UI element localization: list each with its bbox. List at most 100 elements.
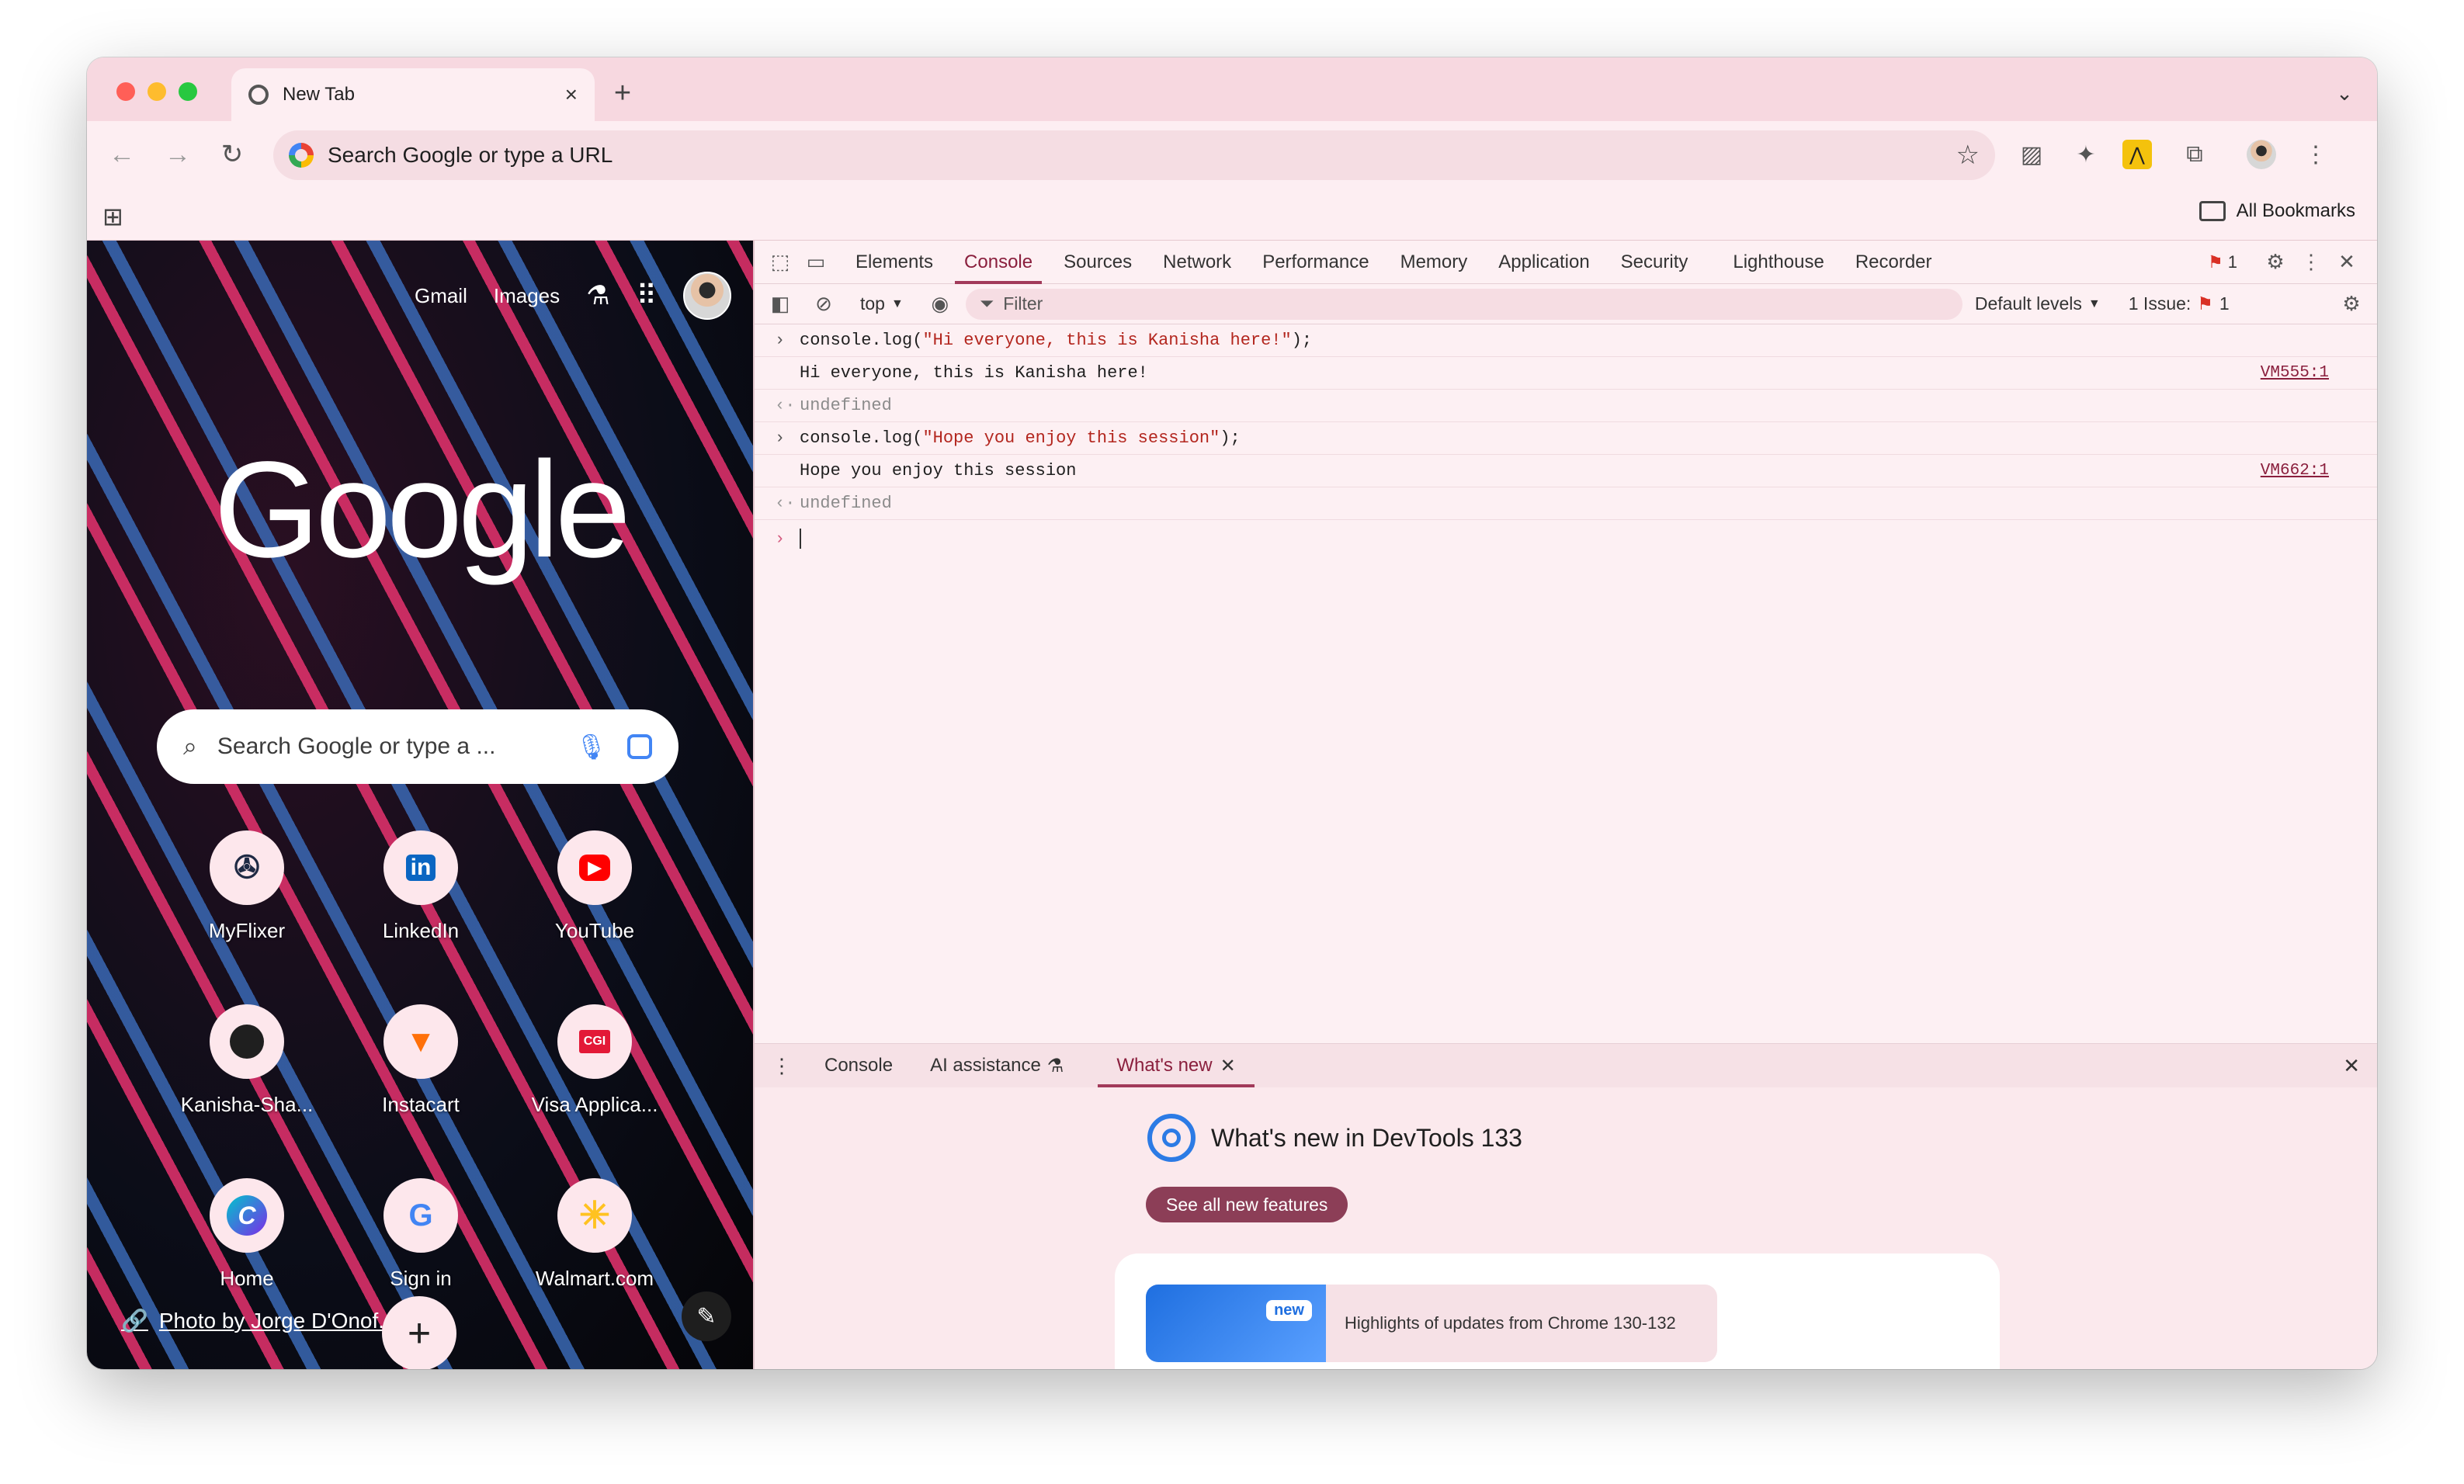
tab-lighthouse[interactable]: Lighthouse bbox=[1717, 241, 1839, 284]
issues-counter[interactable]: 1 Issue: ⚑ 1 bbox=[2129, 293, 2230, 314]
shortcut-label: MyFlixer bbox=[208, 919, 286, 942]
tab-security[interactable]: Security bbox=[1605, 241, 1704, 284]
close-drawer-icon[interactable]: ✕ bbox=[2343, 1054, 2360, 1078]
tab-application[interactable]: Application bbox=[1483, 241, 1605, 284]
extension-2-icon[interactable]: ✦ bbox=[2068, 137, 2104, 172]
close-window-button[interactable] bbox=[116, 82, 135, 101]
clear-console-icon[interactable]: ⊘ bbox=[806, 286, 842, 322]
ntp-avatar[interactable] bbox=[683, 272, 731, 320]
extension-1-icon[interactable]: ▨ bbox=[2014, 137, 2049, 172]
add-shortcut-button[interactable]: + bbox=[382, 1296, 456, 1369]
shortcut-walmart[interactable]: ✳ Walmart.com bbox=[508, 1178, 682, 1330]
browser-window: New Tab × + ⌄ ← → ↻ Search Google or typ… bbox=[87, 57, 2377, 1369]
drawer-tab-whats-new[interactable]: What's new ✕ bbox=[1098, 1044, 1255, 1087]
tab-network[interactable]: Network bbox=[1147, 241, 1247, 284]
apps-grid-icon[interactable]: ⊞ bbox=[102, 202, 123, 231]
close-devtools-icon[interactable]: ✕ bbox=[2329, 244, 2365, 280]
walmart-spark-icon: ✳ bbox=[557, 1178, 632, 1253]
google-lens-icon[interactable] bbox=[627, 734, 652, 759]
zoom-window-button[interactable] bbox=[179, 82, 197, 101]
voice-search-mic-icon[interactable]: 🎙 bbox=[575, 732, 607, 761]
forward-button[interactable]: → bbox=[157, 133, 199, 175]
omnibox-placeholder: Search Google or type a URL bbox=[328, 143, 613, 167]
photo-credit-link[interactable]: 🔗 Photo by Jorge D'Onof... bbox=[121, 1308, 397, 1333]
photo-credit-text: Photo by Jorge D'Onof... bbox=[158, 1308, 397, 1333]
context-selector[interactable]: top ▼ bbox=[849, 293, 914, 314]
filter-placeholder: Filter bbox=[1003, 293, 1043, 314]
drawer-menu-icon[interactable]: ⋮ bbox=[755, 1054, 806, 1078]
close-tab-icon[interactable]: × bbox=[565, 82, 578, 107]
shortcut-youtube[interactable]: ▶ YouTube bbox=[508, 830, 682, 983]
tab-search-chevron-icon[interactable]: ⌄ bbox=[2326, 75, 2363, 112]
extension-3-icon[interactable]: ⋀ bbox=[2122, 140, 2152, 169]
new-tab-button[interactable]: + bbox=[604, 75, 641, 112]
issue-flag-icon: ⚑ bbox=[2197, 293, 2213, 314]
sidebar-toggle-icon[interactable]: ◧ bbox=[762, 286, 798, 322]
tab-memory[interactable]: Memory bbox=[1385, 241, 1484, 284]
prompt-chevron-icon: › bbox=[775, 529, 786, 549]
tab-elements[interactable]: Elements bbox=[840, 241, 949, 284]
bookmarks-bar: ⊞ All Bookmarks bbox=[87, 188, 2377, 241]
device-toolbar-icon[interactable]: ▭ bbox=[798, 244, 834, 280]
google-apps-icon[interactable]: ⠿ bbox=[637, 279, 657, 312]
console-settings-gear-icon[interactable]: ⚙ bbox=[2334, 286, 2369, 322]
linkedin-icon: in bbox=[383, 830, 458, 905]
close-tab-icon[interactable]: ✕ bbox=[1220, 1055, 1236, 1077]
source-link[interactable]: VM555:1 bbox=[2261, 364, 2329, 382]
shortcut-label: Walmart.com bbox=[535, 1267, 654, 1290]
shortcut-myflixer[interactable]: ✇ MyFlixer bbox=[160, 830, 334, 983]
error-flag-icon: ⚑ bbox=[2208, 251, 2223, 272]
link-icon: 🔗 bbox=[121, 1309, 148, 1333]
tab-recorder[interactable]: Recorder bbox=[1840, 241, 1948, 284]
tab-new-tab[interactable]: New Tab × bbox=[231, 68, 595, 121]
console-prompt[interactable]: › bbox=[755, 520, 2377, 557]
tab-title: New Tab bbox=[283, 84, 355, 105]
shortcut-github[interactable]: Kanisha-Sha... bbox=[160, 1004, 334, 1156]
ntp-search-box[interactable]: ⌕ Search Google or type a ... 🎙 bbox=[157, 709, 678, 784]
devtools-menu-icon[interactable]: ⋮ bbox=[2293, 244, 2329, 280]
reload-button[interactable]: ↻ bbox=[211, 133, 253, 175]
settings-gear-icon[interactable]: ⚙ bbox=[2258, 244, 2293, 280]
film-reel-icon: ✇ bbox=[210, 830, 284, 905]
highlight-item[interactable]: new Highlights of updates from Chrome 13… bbox=[1146, 1285, 1717, 1362]
chrome-favicon-icon bbox=[248, 85, 269, 105]
chrome-menu-icon[interactable]: ⋮ bbox=[2298, 137, 2334, 172]
github-icon bbox=[210, 1004, 284, 1079]
google-logo: Google bbox=[213, 434, 631, 586]
tab-sources[interactable]: Sources bbox=[1048, 241, 1147, 284]
context-value: top bbox=[860, 293, 885, 314]
shortcut-instacart[interactable]: ▼ Instacart bbox=[334, 1004, 508, 1156]
caret-down-icon: ▼ bbox=[2087, 296, 2101, 310]
gmail-link[interactable]: Gmail bbox=[415, 284, 467, 308]
shortcut-label: Home bbox=[220, 1267, 274, 1290]
tab-console[interactable]: Console bbox=[949, 241, 1048, 284]
issues-count: 1 bbox=[2219, 293, 2230, 314]
error-counter[interactable]: ⚑ 1 bbox=[2208, 252, 2237, 272]
drawer-tab-ai-assistance[interactable]: AI assistance ⚗ bbox=[911, 1044, 1082, 1087]
google-icon: G bbox=[383, 1178, 458, 1253]
images-link[interactable]: Images bbox=[494, 284, 560, 308]
profile-avatar[interactable] bbox=[2244, 137, 2279, 172]
shortcut-linkedin[interactable]: in LinkedIn bbox=[334, 830, 508, 983]
tab-performance[interactable]: Performance bbox=[1247, 241, 1384, 284]
omnibox[interactable]: Search Google or type a URL ☆ bbox=[273, 130, 1995, 180]
customize-pencil-icon[interactable]: ✎ bbox=[682, 1292, 731, 1341]
source-link[interactable]: VM662:1 bbox=[2261, 462, 2329, 480]
live-expression-eye-icon[interactable]: ◉ bbox=[922, 286, 958, 322]
labs-flask-icon[interactable]: ⚗ bbox=[586, 280, 609, 311]
console-filter-input[interactable]: ⏷ Filter bbox=[965, 288, 1963, 320]
all-bookmarks-button[interactable]: All Bookmarks bbox=[2199, 200, 2355, 222]
new-tab-page: Gmail Images ⚗ ⠿ Google ⌕ Search Google … bbox=[87, 241, 753, 1369]
inspect-element-icon[interactable]: ⬚ bbox=[762, 244, 798, 280]
extensions-puzzle-icon[interactable]: ⧉ bbox=[2177, 137, 2212, 172]
back-button[interactable]: ← bbox=[101, 133, 143, 175]
bookmark-star-icon[interactable]: ☆ bbox=[1956, 140, 1980, 171]
console-output: › console.log("Hi everyone, this is Kani… bbox=[755, 324, 2377, 1038]
log-levels-dropdown[interactable]: Default levels ▼ bbox=[1975, 293, 2101, 314]
shortcut-visa-application[interactable]: CGI Visa Applica... bbox=[508, 1004, 682, 1156]
folder-icon bbox=[2199, 201, 2226, 221]
see-all-features-button[interactable]: See all new features bbox=[1146, 1187, 1348, 1222]
drawer-tab-console[interactable]: Console bbox=[806, 1044, 911, 1087]
minimize-window-button[interactable] bbox=[147, 82, 166, 101]
code-post: ); bbox=[1220, 428, 1241, 448]
